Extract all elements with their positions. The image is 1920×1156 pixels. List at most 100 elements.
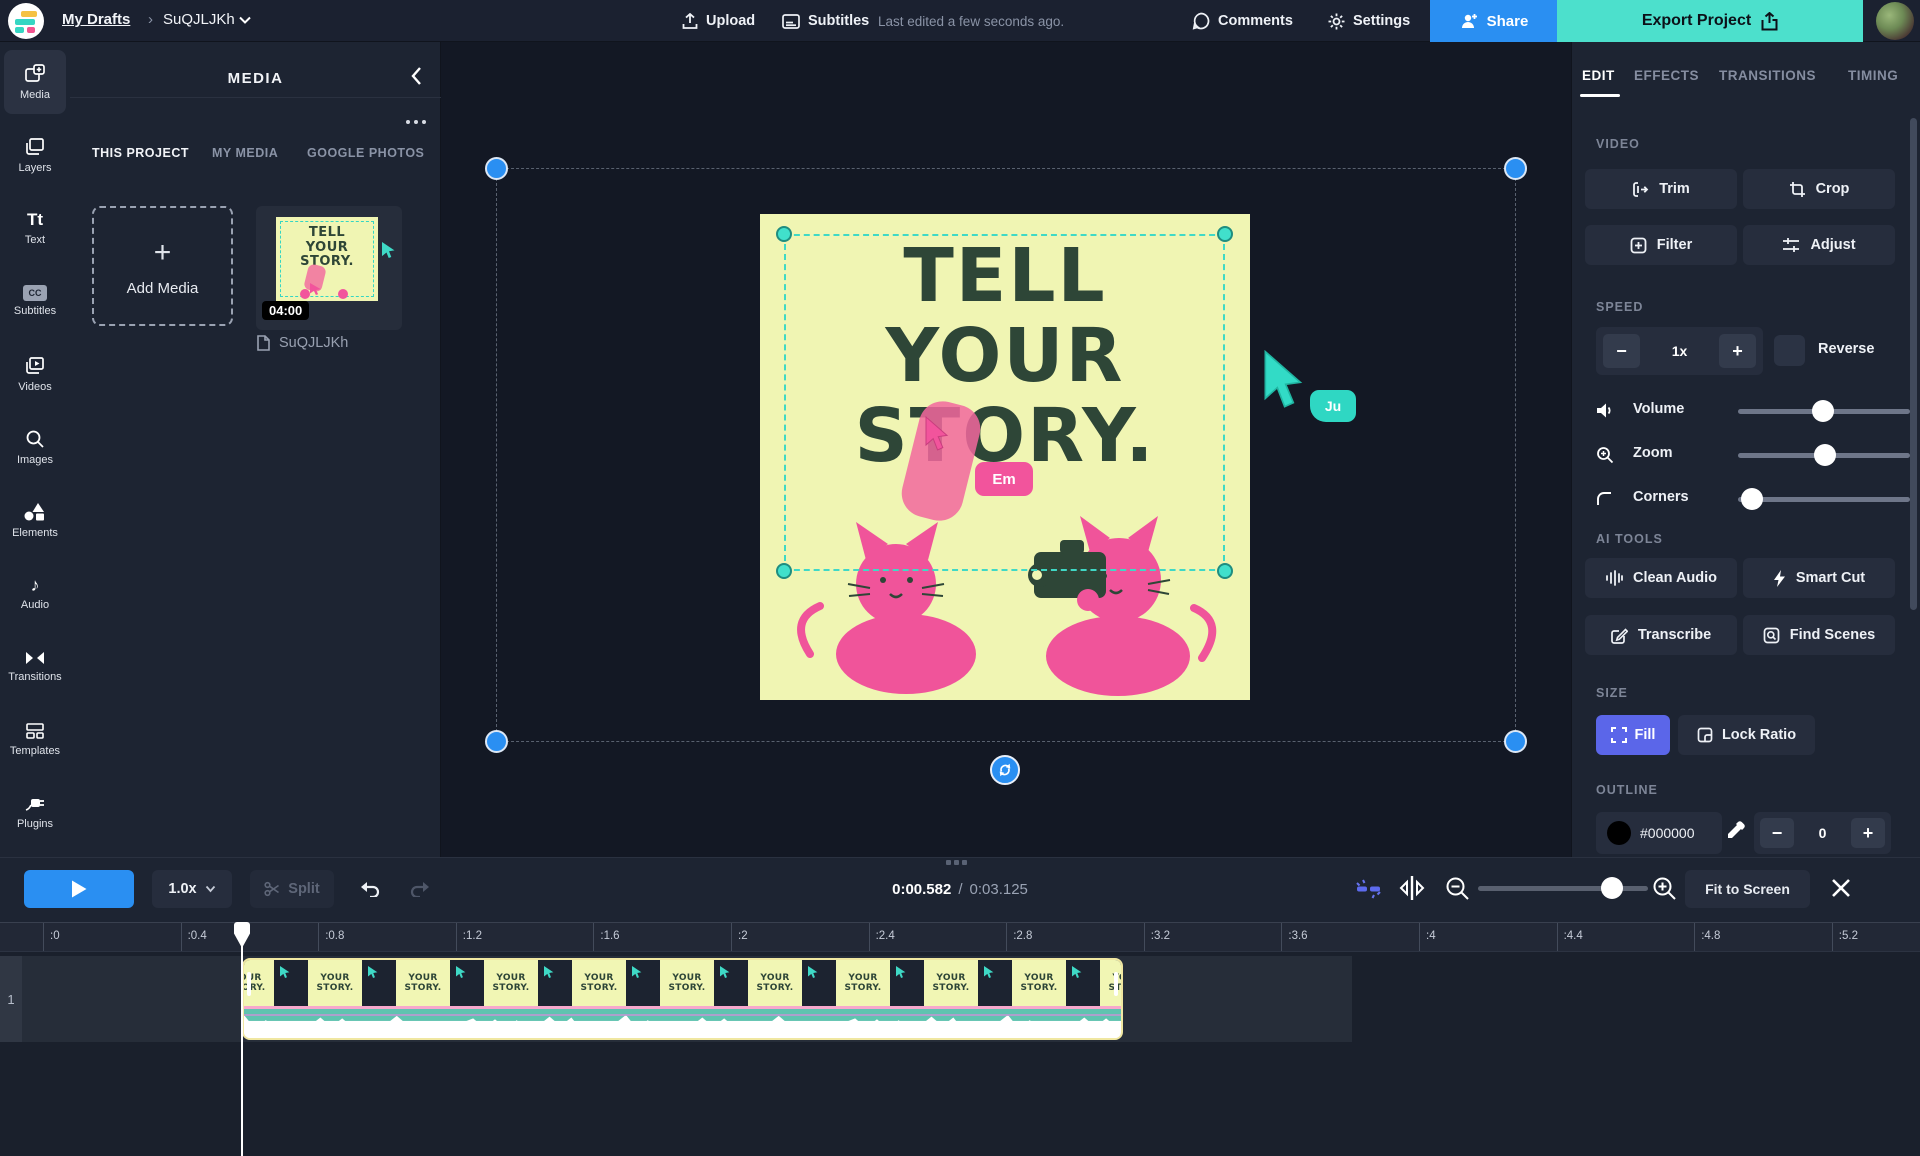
sidebar-item-videos[interactable]: Videos <box>4 342 66 406</box>
corners-slider-track[interactable] <box>1738 497 1910 502</box>
volume-slider-thumb[interactable] <box>1812 400 1834 422</box>
settings-button[interactable]: Settings <box>1328 0 1410 42</box>
subtitles-button[interactable]: Subtitles <box>782 0 869 42</box>
sidebar-item-transitions[interactable]: Transitions <box>4 634 66 698</box>
breadcrumb-project-name[interactable]: SuQJLJKh <box>163 11 235 28</box>
timeline-zoom-slider-thumb[interactable] <box>1601 877 1623 899</box>
playback-rate-dropdown[interactable]: 1.0x <box>152 870 232 908</box>
teal-handle-bottom-right[interactable] <box>1217 563 1233 579</box>
outline-color-button[interactable]: #000000 <box>1596 812 1722 854</box>
play-button[interactable] <box>24 870 134 908</box>
media-duration-badge: 04:00 <box>262 301 309 320</box>
tab-effects[interactable]: EFFECTS <box>1634 68 1699 83</box>
outline-width-increase-button[interactable]: + <box>1851 818 1885 848</box>
sidebar-item-media[interactable]: Media <box>4 50 66 114</box>
undo-button[interactable] <box>352 870 388 908</box>
resize-handle-top-left[interactable] <box>485 157 508 180</box>
collapse-panel-chevron-left-icon[interactable] <box>410 66 422 86</box>
media-options-menu-icon[interactable] <box>406 120 426 124</box>
media-panel-title: MEDIA <box>70 70 441 87</box>
timeline-zoom-in-icon[interactable] <box>1652 876 1677 901</box>
trim-button[interactable]: Trim <box>1585 169 1737 209</box>
sidebar-item-elements[interactable]: Elements <box>4 488 66 552</box>
media-item-card[interactable]: TELL YOUR STORY. 04:00 <box>256 206 402 330</box>
timeline-zoom-slider-track[interactable] <box>1478 886 1648 891</box>
add-media-button[interactable]: + Add Media <box>92 206 233 326</box>
clip-frame-dark <box>1066 960 1100 1006</box>
templates-icon <box>24 721 46 741</box>
subtitles-icon <box>782 14 800 29</box>
tab-transitions[interactable]: TRANSITIONS <box>1719 68 1816 83</box>
smart-cut-button[interactable]: Smart Cut <box>1743 558 1895 598</box>
split-button[interactable]: Split <box>250 870 334 908</box>
teal-handle-top-right[interactable] <box>1217 226 1233 242</box>
share-button[interactable]: Share <box>1430 0 1557 42</box>
transcribe-button[interactable]: Transcribe <box>1585 615 1737 655</box>
rotate-handle[interactable] <box>990 755 1020 785</box>
timeline-zoom-out-icon[interactable] <box>1445 876 1470 901</box>
zoom-slider-thumb[interactable] <box>1814 444 1836 466</box>
resize-handle-bottom-right[interactable] <box>1504 730 1527 753</box>
preview-canvas[interactable]: TELL YOUR STORY. <box>441 42 1571 857</box>
crop-button[interactable]: Crop <box>1743 169 1895 209</box>
eyedropper-button[interactable] <box>1724 820 1746 842</box>
tab-timing[interactable]: TIMING <box>1848 68 1898 83</box>
tab-edit[interactable]: EDIT <box>1582 68 1615 83</box>
clip-frame-dark <box>978 960 1012 1006</box>
zoom-slider-track[interactable] <box>1738 453 1910 458</box>
tab-this-project[interactable]: THIS PROJECT <box>92 146 189 160</box>
comments-button[interactable]: Comments <box>1192 0 1293 42</box>
resize-handle-bottom-left[interactable] <box>485 730 508 753</box>
shapes-icon <box>23 501 47 523</box>
video-clip[interactable]: YOURSTORY.YOURSTORY.YOURSTORY.YOURSTORY.… <box>242 958 1123 1040</box>
track-number-label: 1 <box>0 956 22 1042</box>
clip-trim-handle-right[interactable] <box>1114 972 1118 996</box>
clip-trim-handle-left[interactable] <box>247 972 251 996</box>
corners-slider-thumb[interactable] <box>1741 488 1763 510</box>
snap-toggle-icon[interactable] <box>1354 878 1384 900</box>
reverse-checkbox[interactable] <box>1774 335 1805 366</box>
clip-filmstrip: YOURSTORY.YOURSTORY.YOURSTORY.YOURSTORY.… <box>244 960 1121 1006</box>
clip-frame-dark <box>802 960 836 1006</box>
timeline-resize-grip[interactable] <box>946 860 967 865</box>
user-avatar[interactable] <box>1876 2 1914 40</box>
redo-button[interactable] <box>402 870 438 908</box>
close-timeline-icon[interactable] <box>1830 877 1852 899</box>
sidebar-item-text[interactable]: Tt Text <box>4 196 66 260</box>
sidebar-item-subtitles[interactable]: CC Subtitles <box>4 269 66 333</box>
clean-audio-button[interactable]: Clean Audio <box>1585 558 1737 598</box>
fit-to-screen-button[interactable]: Fit to Screen <box>1685 870 1810 908</box>
sidebar-item-layers[interactable]: Layers <box>4 123 66 187</box>
resize-handle-top-right[interactable] <box>1504 157 1527 180</box>
volume-slider-track[interactable] <box>1738 409 1910 414</box>
adjust-button[interactable]: Adjust <box>1743 225 1895 265</box>
teal-handle-bottom-left[interactable] <box>776 563 792 579</box>
project-menu-chevron-down-icon[interactable] <box>238 15 252 25</box>
export-project-button[interactable]: Export Project <box>1557 0 1863 42</box>
upload-button[interactable]: Upload <box>682 0 755 42</box>
fill-button[interactable]: Fill <box>1596 715 1670 755</box>
tab-my-media[interactable]: MY MEDIA <box>212 146 278 160</box>
timeline-ruler[interactable]: :0:0.4:0.8:1.2:1.6:2:2.4:2.8:3.2:3.6:4:4… <box>0 922 1920 952</box>
filter-button[interactable]: Filter <box>1585 225 1737 265</box>
sidebar-item-images[interactable]: Images <box>4 415 66 479</box>
timeline-body[interactable]: 1 YOURSTORY.YOURSTORY.YOURSTORY.YOURSTOR… <box>0 952 1920 1156</box>
sidebar-item-templates[interactable]: Templates <box>4 707 66 771</box>
sidebar-item-plugins[interactable]: Plugins <box>4 780 66 844</box>
search-image-icon <box>24 428 46 450</box>
lock-ratio-icon <box>1697 727 1713 743</box>
last-edited-status: Last edited a few seconds ago. <box>878 0 1064 42</box>
teal-handle-top-left[interactable] <box>776 226 792 242</box>
lock-ratio-button[interactable]: Lock Ratio <box>1678 715 1815 755</box>
playhead-marker[interactable] <box>234 922 250 948</box>
find-scenes-button[interactable]: Find Scenes <box>1743 615 1895 655</box>
crop-icon <box>1789 181 1806 198</box>
inspector-scrollbar[interactable] <box>1910 118 1917 610</box>
speed-increase-button[interactable]: + <box>1719 334 1756 368</box>
playhead-line[interactable] <box>241 922 243 1156</box>
tab-google-photos[interactable]: GOOGLE PHOTOS <box>307 146 424 160</box>
sidebar-item-audio[interactable]: ♪ Audio <box>4 561 66 625</box>
breadcrumb-my-drafts[interactable]: My Drafts <box>62 11 130 28</box>
kapwing-logo[interactable] <box>8 3 44 39</box>
timeline-splitter-icon[interactable] <box>1398 874 1426 902</box>
